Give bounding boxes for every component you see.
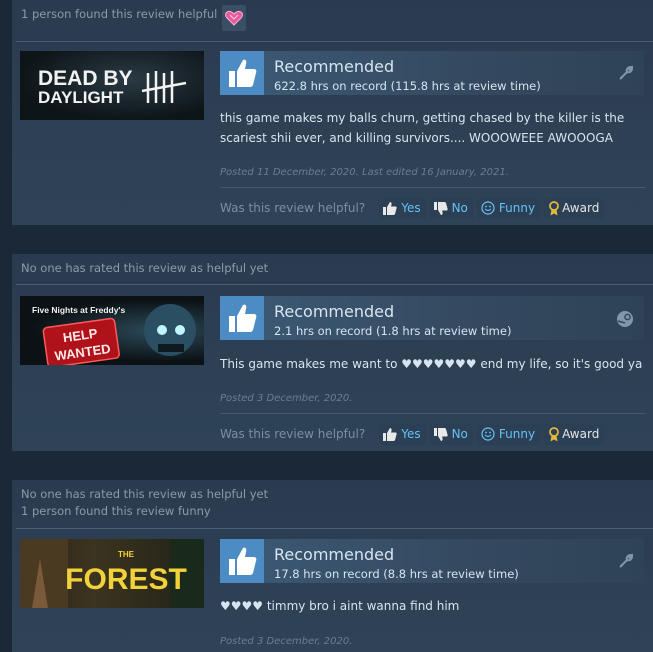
- divider: [220, 187, 645, 188]
- award-label: Award: [562, 427, 600, 441]
- funny-label: Funny: [498, 427, 536, 441]
- yes-label: Yes: [401, 427, 421, 441]
- thumbs-up-icon: [383, 201, 397, 215]
- helpful-count-text: No one has rated this review as helpful …: [21, 261, 269, 275]
- vote-header[interactable]: Recommended 622.8 hrs on record (115.8 h…: [220, 51, 644, 95]
- game-capsule[interactable]: THE FOREST: [20, 539, 204, 608]
- the-forest-logo: THE FOREST: [20, 539, 204, 608]
- logo-line-2: DAYLIGHT: [38, 88, 124, 107]
- hours-on-record: 622.8 hrs on record (115.8 hrs at review…: [274, 79, 541, 93]
- yes-label: Yes: [401, 201, 421, 215]
- game-capsule[interactable]: DEAD BY DAYLIGHT: [20, 51, 204, 120]
- funny-label: Funny: [498, 201, 536, 215]
- helpful-status: 1 person found this review helpful: [12, 0, 653, 29]
- award-button[interactable]: Award: [544, 423, 605, 445]
- posted-date: Posted 3 December, 2020.: [220, 393, 353, 404]
- review-card: No one has rated this review as helpful …: [12, 254, 653, 451]
- no-label: No: [451, 427, 468, 441]
- award-button[interactable]: Award: [544, 197, 605, 219]
- award-ribbon-icon: [549, 426, 559, 441]
- divider: [16, 528, 653, 529]
- helpful-question: Was this review helpful?: [220, 201, 366, 215]
- logo-line-the: THE: [118, 550, 135, 559]
- smiley-icon: [481, 201, 495, 215]
- posted-date: Posted 11 December, 2020. Last edited 16…: [220, 167, 509, 178]
- review-card: No one has rated this review as helpful …: [12, 480, 653, 652]
- logo-line-forest: FOREST: [65, 563, 187, 596]
- wrench-icon: [618, 65, 634, 84]
- posted-date: Posted 3 December, 2020.: [220, 636, 353, 647]
- divider: [16, 284, 653, 285]
- fnaf-help-wanted-logo: Five Nights at Freddy's HELP WANTED: [32, 304, 196, 365]
- review-text-line: This game makes me want to ♥♥♥♥♥♥♥ end m…: [220, 357, 643, 371]
- vote-header[interactable]: Recommended 17.8 hrs on record (8.8 hrs …: [220, 539, 644, 583]
- helpful-question: Was this review helpful?: [220, 427, 366, 441]
- recommendation-title: Recommended: [274, 57, 395, 76]
- thumbs-up-icon: [220, 296, 264, 340]
- hours-on-record: 2.1 hrs on record (1.8 hrs at review tim…: [274, 324, 512, 338]
- thumbs-down-icon: [433, 427, 448, 441]
- funny-count-text: 1 person found this review funny: [21, 504, 211, 518]
- thumbs-up-icon: [383, 427, 397, 441]
- vote-header[interactable]: Recommended 2.1 hrs on record (1.8 hrs a…: [220, 296, 644, 340]
- review-card: 1 person found this review helpful DEAD …: [12, 0, 653, 225]
- yes-button[interactable]: Yes: [379, 197, 426, 219]
- helpful-count-text: 1 person found this review helpful: [21, 7, 218, 21]
- award-heart-badge[interactable]: [222, 5, 246, 31]
- thumbs-up-icon: [220, 51, 264, 95]
- dead-by-daylight-logo: DEAD BY DAYLIGHT: [38, 67, 187, 107]
- yes-button[interactable]: Yes: [379, 423, 426, 445]
- review-text: ♥♥♥♥ timmy bro i aint wanna find him: [220, 596, 645, 616]
- funny-button[interactable]: Funny: [476, 197, 541, 219]
- logo-line-1: DEAD BY: [38, 67, 133, 90]
- review-text-line: ♥♥♥♥ timmy bro i aint wanna find him: [220, 599, 460, 613]
- game-capsule[interactable]: Five Nights at Freddy's HELP WANTED: [20, 296, 204, 365]
- smiley-icon: [481, 427, 495, 441]
- wrench-icon: [618, 553, 634, 572]
- steam-icon: [616, 310, 634, 331]
- thumbs-up-icon: [220, 539, 264, 583]
- review-text-line: this game makes my balls churn, getting …: [220, 111, 625, 125]
- logo-title: Five Nights at Freddy's: [32, 305, 125, 315]
- heart-icon: [225, 10, 243, 26]
- no-button[interactable]: No: [429, 423, 473, 445]
- review-controls: Was this review helpful? Yes No Funny Aw…: [220, 423, 608, 445]
- award-ribbon-icon: [549, 200, 559, 215]
- review-text: this game makes my balls churn, getting …: [220, 108, 645, 148]
- helpful-status: No one has rated this review as helpful …: [12, 480, 653, 526]
- review-text-line: scariest shii ever, and killing survivor…: [220, 131, 613, 145]
- divider: [16, 41, 653, 42]
- divider: [220, 413, 645, 414]
- helpful-status: No one has rated this review as helpful …: [12, 254, 653, 283]
- helpful-count-text: No one has rated this review as helpful …: [21, 487, 269, 501]
- no-button[interactable]: No: [429, 197, 473, 219]
- award-label: Award: [562, 201, 600, 215]
- funny-button[interactable]: Funny: [476, 423, 541, 445]
- thumbs-down-icon: [433, 201, 448, 215]
- recommendation-title: Recommended: [274, 545, 395, 564]
- review-controls: Was this review helpful? Yes No Funny Aw…: [220, 197, 608, 219]
- no-label: No: [451, 201, 468, 215]
- hours-on-record: 17.8 hrs on record (8.8 hrs at review ti…: [274, 567, 519, 581]
- review-text: This game makes me want to ♥♥♥♥♥♥♥ end m…: [220, 354, 645, 374]
- recommendation-title: Recommended: [274, 302, 395, 321]
